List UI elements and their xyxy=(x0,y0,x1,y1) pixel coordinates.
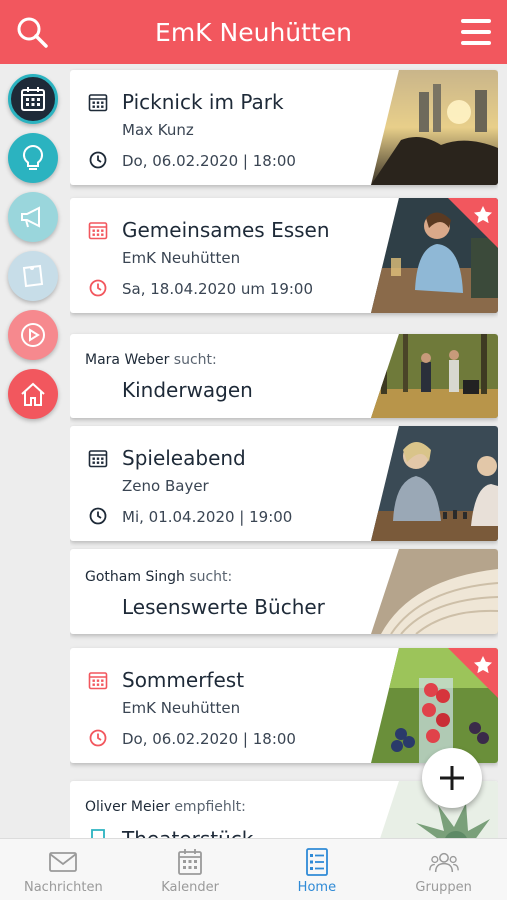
category-events-button[interactable] xyxy=(8,74,58,124)
event-host: Zeno Bayer xyxy=(122,477,209,495)
tab-label: Gruppen xyxy=(415,880,472,895)
group-icon xyxy=(428,852,459,873)
event-host: EmK Neuhütten xyxy=(122,699,241,717)
recommendation-author: Oliver Meier empfiehlt: xyxy=(85,799,246,815)
event-host: EmK Neuhütten xyxy=(122,249,241,267)
feed: Picknick im Park Max Kunz Do, 06.02.2020… xyxy=(70,68,498,838)
tab-home[interactable]: Home xyxy=(254,839,381,900)
search-author: Mara Weber sucht: xyxy=(85,352,217,368)
clock-icon xyxy=(89,151,107,169)
calendar-icon xyxy=(178,849,203,875)
event-title: Picknick im Park xyxy=(122,90,284,114)
search-verb: sucht: xyxy=(189,569,233,585)
clock-icon xyxy=(89,729,107,747)
search-item: Lesenswerte Bücher xyxy=(122,595,325,619)
clock-icon xyxy=(89,507,107,525)
event-card[interactable]: Spieleabend Zeno Bayer Mi, 01.04.2020 | … xyxy=(70,426,498,541)
tab-label: Home xyxy=(297,880,337,895)
event-card[interactable]: Gemeinsames Essen EmK Neuhütten Sa, 18.0… xyxy=(70,198,498,313)
category-board-button[interactable] xyxy=(8,251,58,301)
search-item: Kinderwagen xyxy=(122,378,253,402)
lightbulb-icon xyxy=(22,144,44,170)
clock-icon xyxy=(89,279,107,297)
calendar-icon xyxy=(21,87,45,111)
category-home-button[interactable] xyxy=(8,369,58,419)
author-name: Oliver Meier xyxy=(85,799,170,815)
event-date: Mi, 01.04.2020 | 19:00 xyxy=(122,508,293,526)
event-date: Do, 06.02.2020 | 18:00 xyxy=(122,152,296,170)
event-date: Sa, 18.04.2020 um 19:00 xyxy=(122,280,314,298)
event-title: Spieleabend xyxy=(122,446,246,470)
category-ideas-button[interactable] xyxy=(8,133,58,183)
recommendation-item: Theaterstück xyxy=(122,827,253,838)
calendar-icon xyxy=(88,672,108,690)
app-title: EmK Neuhütten xyxy=(155,17,352,47)
plus-icon xyxy=(440,766,464,790)
calendar-icon xyxy=(88,222,108,240)
tab-gruppen[interactable]: Gruppen xyxy=(380,839,507,900)
category-announcements-button[interactable] xyxy=(8,192,58,242)
search-card[interactable]: Mara Weber sucht: Kinderwagen xyxy=(70,334,498,418)
tab-label: Nachrichten xyxy=(23,880,103,895)
search-card[interactable]: Gotham Singh sucht: Lesenswerte Bücher xyxy=(70,549,498,634)
event-date: Do, 06.02.2020 | 18:00 xyxy=(122,730,296,748)
search-photo xyxy=(371,334,498,418)
home-icon xyxy=(21,382,45,406)
bottom-navigation: Nachrichten Kalender Home Gruppen xyxy=(0,838,507,900)
top-bar: EmK Neuhütten xyxy=(0,0,507,64)
search-verb: sucht: xyxy=(173,352,217,368)
author-name: Mara Weber xyxy=(85,352,170,368)
search-photo xyxy=(371,549,498,634)
event-title: Sommerfest xyxy=(122,668,245,692)
favorite-star-icon[interactable] xyxy=(448,198,498,248)
favorite-star-icon[interactable] xyxy=(448,648,498,698)
tab-nachrichten[interactable]: Nachrichten xyxy=(0,839,127,900)
calendar-icon xyxy=(88,450,108,468)
mail-icon xyxy=(49,852,78,872)
pinned-note-icon xyxy=(22,264,44,288)
tab-kalender[interactable]: Kalender xyxy=(127,839,254,900)
hamburger-menu-icon[interactable] xyxy=(459,14,493,50)
list-icon xyxy=(305,848,328,876)
calendar-icon xyxy=(88,94,108,112)
event-title: Gemeinsames Essen xyxy=(122,218,330,242)
add-post-button[interactable] xyxy=(422,748,482,808)
event-card[interactable]: Sommerfest EmK Neuhütten Do, 06.02.2020 … xyxy=(70,648,498,763)
search-icon[interactable] xyxy=(14,14,50,50)
play-icon xyxy=(21,323,45,347)
author-name: Gotham Singh xyxy=(85,569,185,585)
search-author: Gotham Singh sucht: xyxy=(85,569,232,585)
category-media-button[interactable] xyxy=(8,310,58,360)
tab-label: Kalender xyxy=(161,880,219,895)
megaphone-icon xyxy=(21,206,40,228)
event-host: Max Kunz xyxy=(122,121,194,139)
event-photo xyxy=(371,70,498,185)
theater-mask-icon xyxy=(91,829,105,838)
event-card[interactable]: Picknick im Park Max Kunz Do, 06.02.2020… xyxy=(70,70,498,185)
recommendation-verb: empfiehlt: xyxy=(174,799,246,815)
event-photo xyxy=(371,426,498,541)
